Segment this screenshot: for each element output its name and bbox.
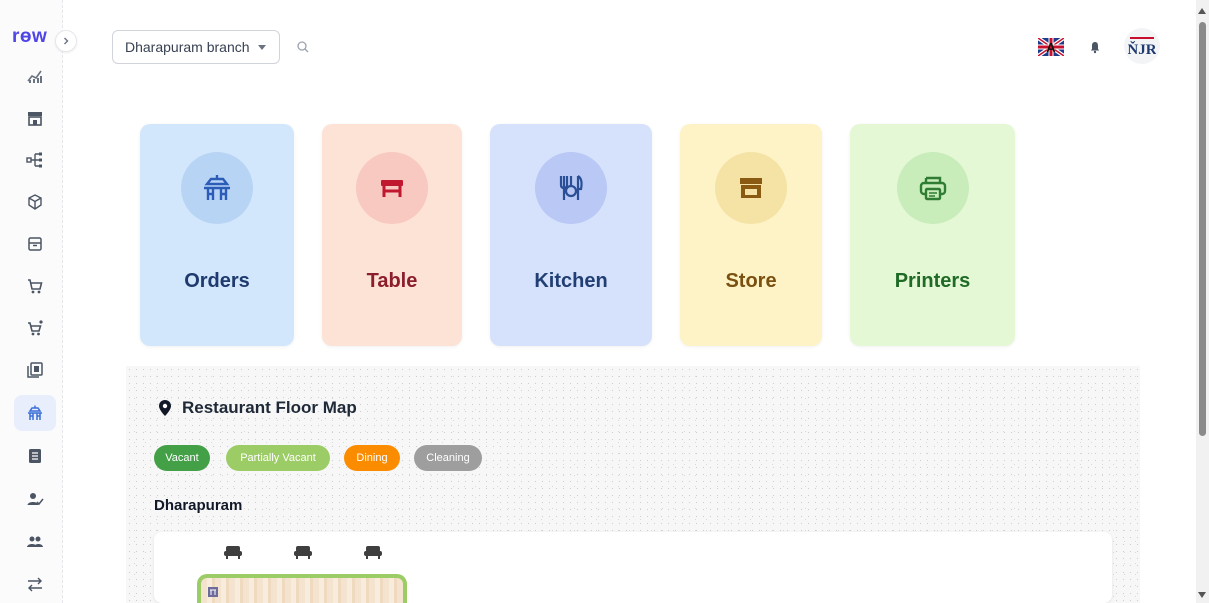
- scroll-down-icon[interactable]: [1198, 592, 1206, 598]
- sidebar-item-catalog[interactable]: [14, 352, 56, 388]
- dining-table-icon: [28, 405, 42, 420]
- printer-icon: [919, 176, 947, 201]
- module-card-kitchen[interactable]: Kitchen: [490, 124, 652, 346]
- branch-selector[interactable]: Dharapuram branch: [112, 30, 280, 64]
- users-icon: [27, 536, 43, 547]
- legend-chip-vacant[interactable]: Vacant: [154, 445, 210, 471]
- sidebar: rөw: [0, 0, 63, 603]
- language-flag-icon[interactable]: A: [1038, 38, 1064, 56]
- chair-icon: [294, 546, 312, 559]
- floor-map-title: Restaurant Floor Map: [158, 398, 357, 418]
- layers-icon: [27, 362, 43, 378]
- table-logo-icon: [208, 587, 218, 597]
- sidebar-item-users[interactable]: [14, 524, 56, 560]
- sidebar-item-reports[interactable]: [14, 438, 56, 474]
- user-check-icon: [27, 493, 44, 506]
- scroll-up-icon[interactable]: [1198, 8, 1206, 14]
- sidebar-item-hierarchy[interactable]: [14, 142, 56, 178]
- module-card-table[interactable]: Table: [322, 124, 462, 346]
- module-label: Table: [366, 270, 418, 292]
- module-label: Kitchen: [534, 270, 608, 292]
- sidebar-item-restaurant[interactable]: [14, 395, 56, 431]
- caret-down-icon: [257, 44, 266, 50]
- archive-box-icon: [28, 237, 42, 251]
- sidebar-item-products[interactable]: [14, 184, 56, 220]
- legend-chip-partially-vacant[interactable]: Partially Vacant: [226, 445, 330, 471]
- module-icon-wrapper: [356, 152, 428, 224]
- analytics-icon: [27, 70, 42, 83]
- chevron-right-icon: [64, 37, 69, 45]
- bell-icon[interactable]: [1088, 40, 1102, 54]
- module-label: Store: [725, 270, 777, 292]
- sidebar-item-purchase[interactable]: [14, 268, 56, 304]
- floor-map-title-text: Restaurant Floor Map: [182, 398, 357, 417]
- dining-table-icon: [204, 175, 230, 200]
- chair-icon: [364, 546, 382, 559]
- list-icon: [29, 449, 41, 463]
- module-label: Printers: [894, 270, 971, 292]
- module-label: Orders: [184, 270, 250, 292]
- module-card-printers[interactable]: Printers: [850, 124, 1015, 346]
- store-icon: [28, 112, 42, 126]
- sidebar-item-customers[interactable]: [14, 481, 56, 517]
- cart-icon: [28, 279, 43, 294]
- kitchen-utensils-icon: [559, 175, 583, 200]
- module-icon-wrapper: [897, 152, 969, 224]
- module-icon-wrapper: [535, 152, 607, 224]
- cart-plus-icon: [28, 320, 43, 336]
- user-avatar[interactable]: ŇJR: [1124, 28, 1160, 64]
- sidebar-toggle-button[interactable]: [55, 30, 77, 52]
- table-icon: [381, 180, 403, 197]
- sidebar-item-store[interactable]: [14, 100, 56, 136]
- transfer-icon: [28, 577, 42, 592]
- branch-selector-value: Dharapuram branch: [125, 39, 250, 55]
- sidebar-item-sales[interactable]: [14, 310, 56, 346]
- hierarchy-icon: [26, 152, 42, 168]
- page-scrollbar-thumb[interactable]: [1199, 22, 1206, 436]
- store-icon: [740, 178, 762, 198]
- area-name: Dharapuram: [154, 497, 243, 514]
- search-icon[interactable]: [294, 38, 312, 56]
- avatar-logo: ŇJR: [1128, 37, 1156, 58]
- module-card-orders[interactable]: Orders: [140, 124, 294, 346]
- svg-text:A: A: [1046, 40, 1056, 55]
- legend-chip-dining[interactable]: Dining: [344, 445, 400, 471]
- cube-icon: [28, 194, 42, 210]
- dining-table-tile[interactable]: [197, 574, 407, 603]
- sidebar-item-transfer[interactable]: [14, 566, 56, 602]
- location-pin-icon: [159, 400, 171, 416]
- svg-text:ŇJR: ŇJR: [1128, 41, 1156, 58]
- module-card-store[interactable]: Store: [680, 124, 822, 346]
- app-logo[interactable]: rөw: [12, 26, 47, 48]
- legend-chip-cleaning[interactable]: Cleaning: [414, 445, 482, 471]
- sidebar-item-inventory[interactable]: [14, 226, 56, 262]
- chair-icon: [224, 546, 242, 559]
- module-icon-wrapper: [715, 152, 787, 224]
- sidebar-item-analytics[interactable]: [14, 58, 56, 94]
- module-icon-wrapper: [181, 152, 253, 224]
